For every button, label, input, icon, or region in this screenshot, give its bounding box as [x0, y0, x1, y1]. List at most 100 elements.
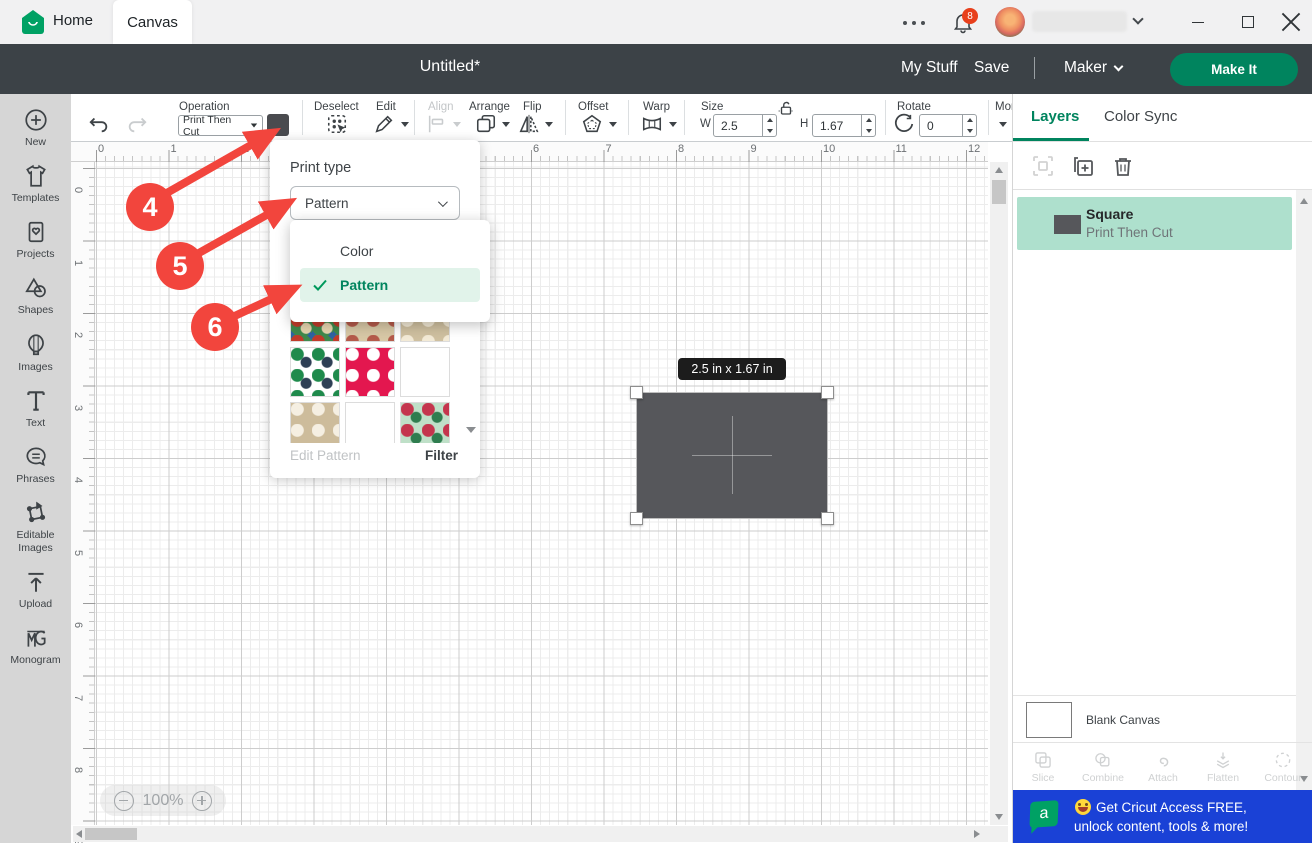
- maximize-button[interactable]: [1233, 12, 1263, 32]
- resize-handle-sw[interactable]: [630, 512, 643, 525]
- horizontal-ruler-7: 7: [606, 143, 612, 155]
- my-stuff-link[interactable]: My Stuff: [901, 59, 958, 77]
- pattern-grid-red-snowflakes[interactable]: [345, 347, 395, 397]
- offset-icon[interactable]: [581, 113, 603, 135]
- account-name-redacted: [1032, 11, 1127, 32]
- undo-icon[interactable]: [88, 113, 110, 135]
- left-sidebar-templates[interactable]: Templates: [0, 163, 71, 205]
- deselect-icon[interactable]: [326, 113, 348, 135]
- layer-thumbnail: [1054, 215, 1081, 234]
- vertical-scrollbar-thumb[interactable]: [992, 180, 1006, 204]
- rotate-icon[interactable]: [893, 113, 915, 135]
- machine-selector[interactable]: Maker: [1064, 59, 1122, 77]
- left-sidebar-phrases[interactable]: Phrases: [0, 444, 71, 486]
- design-canvas[interactable]: 0123456789101112 0123456789 2.5 in x 1.6…: [71, 142, 1012, 843]
- arrange-icon[interactable]: [475, 113, 497, 135]
- vertical-ruler-7: 7: [72, 694, 84, 700]
- width-stepper[interactable]: [762, 115, 776, 136]
- offset-caret-icon[interactable]: [609, 122, 617, 127]
- layer-tools-slice: Slice: [1013, 743, 1073, 790]
- warp-icon[interactable]: [641, 113, 663, 135]
- resize-handle-nw[interactable]: [630, 386, 643, 399]
- layer-row-square[interactable]: Square Print Then Cut: [1017, 197, 1292, 250]
- left-sidebar-new[interactable]: New: [0, 107, 71, 149]
- rotate-label: Rotate: [897, 101, 931, 113]
- save-link[interactable]: Save: [974, 59, 1009, 77]
- left-sidebar-shapes[interactable]: Shapes: [0, 275, 71, 317]
- lock-open-icon[interactable]: [777, 99, 795, 117]
- left-sidebar-images[interactable]: Images: [0, 332, 71, 374]
- tab-layers[interactable]: Layers: [1031, 108, 1079, 125]
- horizontal-scrollbar-thumb[interactable]: [85, 828, 137, 840]
- width-input[interactable]: 2.5: [713, 114, 777, 137]
- left-sidebar-monogram[interactable]: Monogram: [0, 625, 71, 667]
- horizontal-ruler-8: 8: [678, 143, 684, 155]
- menu-option-pattern[interactable]: Pattern: [300, 268, 480, 302]
- horizontal-ruler-10: 10: [823, 143, 835, 155]
- size-tooltip: 2.5 in x 1.67 in: [678, 358, 786, 380]
- flip-caret-icon[interactable]: [545, 122, 553, 127]
- resize-handle-se[interactable]: [821, 512, 834, 525]
- vertical-ruler-6: 6: [72, 622, 84, 628]
- horizontal-scrollbar[interactable]: [73, 826, 1008, 842]
- resize-handle-ne[interactable]: [821, 386, 834, 399]
- filter-button[interactable]: Filter: [425, 448, 458, 463]
- avatar[interactable]: [995, 7, 1025, 37]
- zoom-in-button[interactable]: [192, 791, 212, 811]
- duplicate-icon[interactable]: [1071, 154, 1095, 178]
- cricut-logo-icon[interactable]: [21, 9, 45, 35]
- zoom-out-button[interactable]: [114, 791, 134, 811]
- banner-line2: unlock content, tools & more!: [1074, 819, 1248, 834]
- document-header: Untitled* My Stuff Save Maker Make It: [0, 44, 1312, 94]
- warp-caret-icon[interactable]: [669, 122, 677, 127]
- vertical-ruler-3: 3: [72, 404, 84, 410]
- menu-option-color[interactable]: Color: [300, 234, 480, 268]
- arrange-caret-icon[interactable]: [502, 122, 510, 127]
- left-sidebar-editable-images[interactable]: Editable Images: [0, 500, 71, 555]
- layer-tools-flatten: Flatten: [1193, 743, 1253, 790]
- operation-color-swatch[interactable]: [267, 114, 289, 136]
- tab-color-sync[interactable]: Color Sync: [1104, 108, 1177, 125]
- left-sidebar-text[interactable]: Text: [0, 388, 71, 430]
- selected-square-shape[interactable]: [637, 393, 827, 518]
- left-sidebar-upload[interactable]: Upload: [0, 569, 71, 611]
- align-label: Align: [428, 101, 454, 113]
- contour-icon: [1273, 750, 1293, 770]
- document-title[interactable]: Untitled*: [390, 58, 510, 76]
- trash-icon[interactable]: [1111, 154, 1135, 178]
- canvas-grid[interactable]: [95, 162, 988, 825]
- pattern-grid-tan-script[interactable]: [290, 402, 340, 443]
- pattern-scroll-down-icon[interactable]: [466, 427, 476, 433]
- rotate-stepper[interactable]: [962, 115, 976, 136]
- overflow-menu-icon[interactable]: [903, 20, 929, 25]
- layers-scrollbar[interactable]: [1296, 190, 1312, 790]
- cricut-access-banner[interactable]: a Get Cricut Access FREE, unlock content…: [1013, 790, 1312, 843]
- height-stepper[interactable]: [861, 115, 875, 136]
- tab-home[interactable]: Home: [53, 12, 93, 29]
- operation-dropdown[interactable]: Print Then Cut: [178, 115, 263, 136]
- redo-icon[interactable]: [126, 113, 148, 135]
- project-card-icon: [23, 219, 49, 245]
- edit-caret-icon[interactable]: [401, 122, 409, 127]
- edit-pencil-icon[interactable]: [373, 113, 395, 135]
- pattern-grid-blank-white-2[interactable]: [345, 402, 395, 443]
- flip-icon[interactable]: [518, 113, 540, 135]
- close-button[interactable]: [1276, 12, 1306, 32]
- make-it-button[interactable]: Make It: [1170, 53, 1298, 86]
- print-type-select[interactable]: Pattern: [290, 186, 460, 220]
- more-caret-icon[interactable]: [999, 122, 1007, 127]
- pattern-grid-holiday-houses[interactable]: [400, 402, 450, 443]
- height-input[interactable]: 1.67: [812, 114, 876, 137]
- account-chevron-down-icon[interactable]: [1132, 13, 1143, 24]
- upload-icon: [23, 569, 49, 595]
- access-logo-icon: a: [1029, 800, 1058, 828]
- vertical-scrollbar[interactable]: [990, 162, 1008, 825]
- left-sidebar-projects[interactable]: Projects: [0, 219, 71, 261]
- tab-canvas[interactable]: Canvas: [113, 0, 192, 44]
- rotate-input[interactable]: 0: [919, 114, 977, 137]
- pattern-grid-christmas-trees[interactable]: [290, 347, 340, 397]
- layers-panel: Layers Color Sync Square Print Then Cut: [1012, 94, 1312, 843]
- blank-canvas-row[interactable]: Blank Canvas: [1013, 695, 1296, 742]
- minimize-button[interactable]: [1183, 12, 1213, 32]
- pattern-grid-blank-white[interactable]: [400, 347, 450, 397]
